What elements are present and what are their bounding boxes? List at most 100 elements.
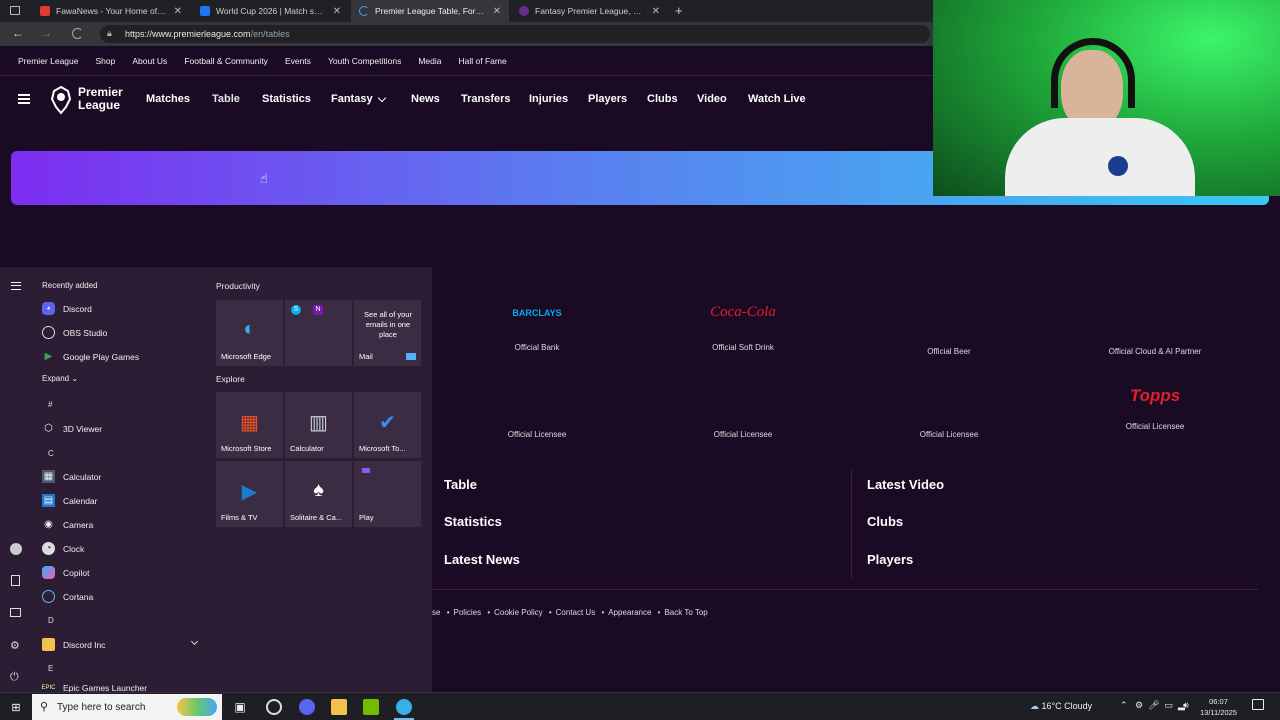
chevron-down-icon[interactable] xyxy=(190,637,199,646)
footer-link-table[interactable]: Table xyxy=(444,477,477,492)
sponsor-licensee[interactable]: Official Licensee xyxy=(447,430,627,439)
tray-chevron-up-icon[interactable]: ⌃ xyxy=(1120,700,1128,711)
sponsor-beer[interactable]: Official Beer xyxy=(859,347,1039,356)
sponsor-coca-cola[interactable]: Coca-Cola Official Soft Drink xyxy=(653,304,833,352)
url-field[interactable]: 🔒︎ https://www.premierleague.com/en/tabl… xyxy=(100,25,930,43)
section-letter[interactable]: D xyxy=(48,616,54,625)
topnav-link[interactable]: Shop xyxy=(95,56,115,66)
topnav-link[interactable]: Hall of Fame xyxy=(459,56,507,66)
sponsor-topps[interactable]: Topps Official Licensee xyxy=(1065,386,1245,431)
footer-link-latest-news[interactable]: Latest News xyxy=(444,552,520,567)
forward-icon[interactable]: → xyxy=(40,26,52,40)
section-letter[interactable]: C xyxy=(48,449,54,458)
nav-video[interactable]: Video xyxy=(697,93,727,105)
footer-legal-link[interactable]: Back To Top xyxy=(664,608,707,617)
window-menu-icon[interactable] xyxy=(10,6,20,15)
app-copilot[interactable]: Copilot xyxy=(42,566,89,579)
browser-tab[interactable]: World Cup 2026 | Match schedu ✕ xyxy=(192,0,349,22)
tray-icons[interactable]: ⚙🎤︎▭▂ xyxy=(1135,700,1190,711)
tile-mail[interactable]: See all of your emails in one place Mail xyxy=(354,300,421,366)
new-tab-icon[interactable]: + xyxy=(675,3,683,18)
section-letter[interactable]: # xyxy=(48,400,52,409)
sponsor-cloud-ai[interactable]: Official Cloud & AI Partner xyxy=(1065,347,1245,356)
nav-fantasy[interactable]: Fantasy xyxy=(331,93,373,105)
tile-microsoft-edge[interactable]: ◐ Microsoft Edge xyxy=(216,300,283,366)
footer-legal-link[interactable]: Policies xyxy=(454,608,482,617)
topnav-link[interactable]: Football & Community xyxy=(184,56,268,66)
browser-tab-active[interactable]: Premier League Table, Form Gui ✕ xyxy=(351,0,509,22)
nav-table[interactable]: Table xyxy=(212,93,240,105)
obs-taskbar-icon[interactable] xyxy=(266,699,282,715)
hamburger-menu-icon[interactable] xyxy=(11,282,21,290)
stop-loading-icon[interactable] xyxy=(72,28,83,39)
hamburger-menu-icon[interactable] xyxy=(18,94,30,104)
footer-link-statistics[interactable]: Statistics xyxy=(444,514,502,529)
section-letter[interactable]: E xyxy=(48,664,53,673)
nav-watch-live[interactable]: Watch Live xyxy=(748,93,806,105)
site-info-icon[interactable]: 🔒︎ xyxy=(107,28,112,39)
task-view-icon[interactable]: ▣ xyxy=(232,699,248,715)
power-icon[interactable]: ⏻ xyxy=(10,671,19,684)
nav-statistics[interactable]: Statistics xyxy=(262,93,311,105)
sponsor-barclays[interactable]: BARCLAYS Official Bank xyxy=(447,308,627,352)
footer-legal-link[interactable]: Contact Us xyxy=(556,608,596,617)
volume-icon[interactable]: 🔊︎ xyxy=(1183,700,1189,711)
back-icon[interactable]: ← xyxy=(12,26,24,40)
tile-office-group[interactable]: S N xyxy=(285,300,352,366)
footer-legal-link[interactable]: se xyxy=(432,608,440,617)
notifications-icon[interactable] xyxy=(1252,699,1264,710)
tile-films-tv[interactable]: ▶ Films & TV xyxy=(216,461,283,527)
chevron-down-icon[interactable] xyxy=(377,93,387,103)
settings-gear-icon[interactable]: ⚙ xyxy=(10,639,20,652)
documents-icon[interactable] xyxy=(11,575,20,586)
close-tab-icon[interactable]: ✕ xyxy=(493,6,501,17)
app-discord[interactable]: ◕ Discord xyxy=(42,302,92,315)
close-tab-icon[interactable]: ✕ xyxy=(652,6,660,17)
topnav-link[interactable]: Events xyxy=(285,56,311,66)
sponsor-licensee[interactable]: Official Licensee xyxy=(653,430,833,439)
topnav-link[interactable]: Youth Competitions xyxy=(328,56,401,66)
user-avatar-icon[interactable] xyxy=(10,543,22,555)
app-discord-inc-folder[interactable]: Discord Inc xyxy=(42,638,106,651)
weather-widget[interactable]: ☁ 16°C Cloudy xyxy=(1030,701,1092,712)
browser-tab[interactable]: FawaNews - Your Home of Sport ✕ xyxy=(32,0,190,22)
footer-legal-link[interactable]: Cookie Policy xyxy=(494,608,542,617)
tile-solitaire[interactable]: ♠ Solitaire & Ca... xyxy=(285,461,352,527)
app-obs-studio[interactable]: OBS Studio xyxy=(42,326,107,339)
expand-button[interactable]: Expand ⌄ xyxy=(42,374,78,383)
app-calendar[interactable]: ▤ Calendar xyxy=(42,494,98,507)
close-tab-icon[interactable]: ✕ xyxy=(333,6,341,17)
nav-transfers[interactable]: Transfers xyxy=(461,93,511,105)
footer-link-latest-video[interactable]: Latest Video xyxy=(867,477,944,492)
app-google-play-games[interactable]: ▶ Google Play Games xyxy=(42,350,139,363)
taskbar-clock[interactable]: 06:07 13/11/2025 xyxy=(1200,696,1237,718)
footer-link-clubs[interactable]: Clubs xyxy=(867,514,903,529)
nav-clubs[interactable]: Clubs xyxy=(647,93,678,105)
app-calculator[interactable]: ▦ Calculator xyxy=(42,470,101,483)
nav-news[interactable]: News xyxy=(411,93,440,105)
tile-microsoft-store[interactable]: ▦ Microsoft Store xyxy=(216,392,283,458)
discord-taskbar-icon[interactable] xyxy=(299,699,315,715)
browser-tab[interactable]: Fantasy Premier League, Officia ✕ xyxy=(511,0,668,22)
nvidia-icon[interactable] xyxy=(363,699,379,715)
taskbar-search-input[interactable]: ⚲ Type here to search xyxy=(32,694,222,720)
app-camera[interactable]: ◉ Camera xyxy=(42,518,93,531)
topnav-link[interactable]: Media xyxy=(418,56,441,66)
tile-calculator[interactable]: ▥ Calculator xyxy=(285,392,352,458)
file-explorer-icon[interactable] xyxy=(331,699,347,715)
nav-players[interactable]: Players xyxy=(588,93,627,105)
tile-microsoft-todo[interactable]: ✔ Microsoft To... xyxy=(354,392,421,458)
topnav-link[interactable]: About Us xyxy=(132,56,167,66)
footer-legal-link[interactable]: Appearance xyxy=(608,608,651,617)
footer-link-players[interactable]: Players xyxy=(867,552,913,567)
app-clock[interactable]: ◔ Clock xyxy=(42,542,84,555)
premier-league-logo[interactable]: Premier League xyxy=(48,85,128,117)
pictures-icon[interactable] xyxy=(10,608,21,617)
nav-injuries[interactable]: Injuries xyxy=(529,93,568,105)
sponsor-licensee[interactable]: Official Licensee xyxy=(859,430,1039,439)
nav-matches[interactable]: Matches xyxy=(146,93,190,105)
tile-play[interactable]: Play xyxy=(354,461,421,527)
close-tab-icon[interactable]: ✕ xyxy=(174,6,182,17)
app-3d-viewer[interactable]: ⬡ 3D Viewer xyxy=(42,422,102,435)
app-cortana[interactable]: Cortana xyxy=(42,590,93,603)
